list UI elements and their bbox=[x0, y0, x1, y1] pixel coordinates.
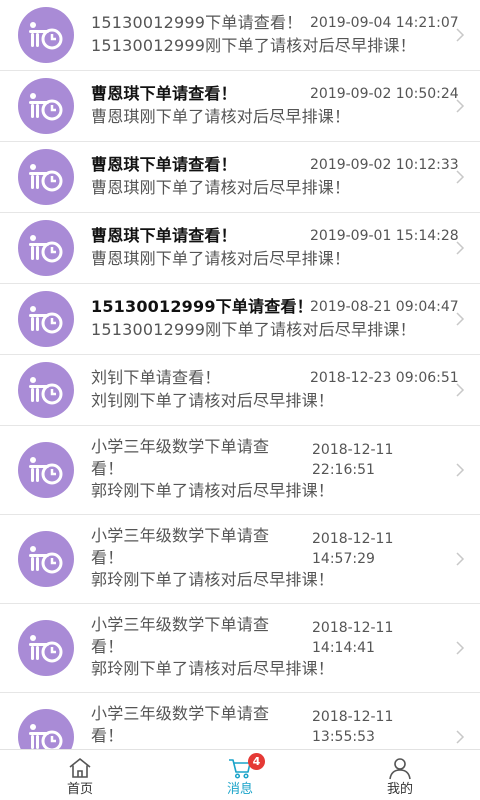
message-content: 曹恩琪下单请查看！ 2019-09-02 10:50:24 曹恩琪刚下单了请核对后尽… bbox=[91, 71, 459, 141]
message-subtitle: 15130012999刚下单了请核对后尽早排课！ bbox=[91, 320, 416, 339]
message-item[interactable]: 小学三年级数学下单请查看！2018-12-11 13:55:53郭玲刚下单了请核… bbox=[0, 693, 480, 749]
chevron-right-icon bbox=[454, 169, 466, 185]
message-item[interactable]: 小学三年级数学下单请查看！ 2018-12-11 22:16:51 郭玲刚下单了请核… bbox=[0, 426, 480, 515]
order-avatar-icon bbox=[18, 709, 74, 749]
message-item[interactable]: 小学三年级数学下单请查看！ 2018-12-11 14:14:41 郭玲刚下单了请核… bbox=[0, 604, 480, 693]
message-title: 15130012999下单请查看！ bbox=[91, 297, 303, 316]
user-icon bbox=[389, 758, 411, 780]
message-title: 小学三年级数学下单请查看！ bbox=[91, 526, 270, 567]
message-subtitle: 郭玲刚下单了请核对后尽早排课！ bbox=[91, 659, 335, 678]
message-title: 曹恩琪下单请查看！ bbox=[91, 226, 237, 245]
message-title: 小学三年级数学下单请查看！ bbox=[91, 437, 270, 478]
chevron-right-icon bbox=[454, 240, 466, 256]
message-time: 2019-09-02 10:50:24 bbox=[310, 86, 459, 102]
order-avatar-icon bbox=[18, 442, 74, 498]
chevron-right-icon bbox=[454, 729, 466, 745]
tab-home[interactable]: 首页 bbox=[0, 750, 160, 800]
order-avatar-icon bbox=[18, 291, 74, 347]
message-content: 15130012999下单请查看！ 2019-09-04 14:21:07 1513… bbox=[91, 0, 459, 70]
message-item[interactable]: 曹恩琪下单请查看！ 2019-09-02 10:12:33 曹恩琪刚下单了请核对后尽… bbox=[0, 142, 480, 213]
chevron-right-icon bbox=[454, 98, 466, 114]
message-content: 曹恩琪下单请查看！ 2019-09-01 15:14:28 曹恩琪刚下单了请核对后尽… bbox=[91, 213, 459, 283]
message-item[interactable]: 15130012999下单请查看！ 2019-09-04 14:21:07 1513… bbox=[0, 0, 480, 71]
message-time: 2019-09-01 15:14:28 bbox=[310, 228, 459, 244]
message-item[interactable]: 曹恩琪下单请查看！ 2019-09-01 15:14:28 曹恩琪刚下单了请核对后尽… bbox=[0, 213, 480, 284]
message-title: 曹恩琪下单请查看！ bbox=[91, 155, 237, 174]
message-item[interactable]: 曹恩琪下单请查看！ 2019-09-02 10:50:24 曹恩琪刚下单了请核对后尽… bbox=[0, 71, 480, 142]
message-item[interactable]: 小学三年级数学下单请查看！ 2018-12-11 14:57:29 郭玲刚下单了请核… bbox=[0, 515, 480, 604]
message-subtitle: 郭玲刚下单了请核对后尽早排课！ bbox=[91, 570, 335, 589]
chevron-right-icon bbox=[454, 311, 466, 327]
unread-badge: 4 bbox=[248, 753, 265, 770]
order-avatar-icon bbox=[18, 7, 74, 63]
message-subtitle: 曹恩琪刚下单了请核对后尽早排课！ bbox=[91, 249, 351, 268]
order-avatar-icon bbox=[18, 620, 74, 676]
message-title: 15130012999下单请查看！ bbox=[91, 13, 303, 32]
order-avatar-icon bbox=[18, 362, 74, 418]
message-title: 小学三年级数学下单请查看！ bbox=[91, 615, 270, 656]
message-content: 刘钊下单请查看！ 2018-12-23 09:06:51 刘钊刚下单了请核对后尽早排… bbox=[91, 355, 459, 425]
message-content: 小学三年级数学下单请查看！ 2018-12-11 14:57:29 郭玲刚下单了请核… bbox=[91, 515, 446, 603]
message-time: 2018-12-11 14:14:41 bbox=[312, 620, 394, 656]
order-avatar-icon bbox=[18, 149, 74, 205]
message-content: 小学三年级数学下单请查看！ 2018-12-11 22:16:51 郭玲刚下单了请核… bbox=[91, 426, 446, 514]
message-content: 小学三年级数学下单请查看！ 2018-12-11 14:14:41 郭玲刚下单了请核… bbox=[91, 604, 446, 692]
message-time: 2019-09-04 14:21:07 bbox=[310, 15, 459, 31]
message-title: 刘钊下单请查看！ bbox=[91, 368, 221, 387]
message-time: 2019-09-02 10:12:33 bbox=[310, 157, 459, 173]
tab-home-label: 首页 bbox=[66, 782, 93, 797]
message-time: 2018-12-11 13:55:53 bbox=[312, 709, 394, 745]
tab-messages[interactable]: 4 消息 bbox=[160, 750, 320, 800]
message-time: 2019-08-21 09:04:47 bbox=[310, 299, 459, 315]
chevron-right-icon bbox=[454, 462, 466, 478]
order-avatar-icon bbox=[18, 220, 74, 276]
message-title: 曹恩琪下单请查看！ bbox=[91, 84, 237, 103]
message-time: 2018-12-23 09:06:51 bbox=[310, 370, 459, 386]
message-subtitle: 曹恩琪刚下单了请核对后尽早排课！ bbox=[91, 178, 351, 197]
message-subtitle: 15130012999刚下单了请核对后尽早排课！ bbox=[91, 36, 416, 55]
order-avatar-icon bbox=[18, 78, 74, 134]
chevron-right-icon bbox=[454, 551, 466, 567]
message-content: 15130012999下单请查看！ 2019-08-21 09:04:47 1513… bbox=[91, 284, 459, 354]
tab-mine[interactable]: 我的 bbox=[320, 750, 480, 800]
message-subtitle: 曹恩琪刚下单了请核对后尽早排课！ bbox=[91, 107, 351, 126]
chevron-right-icon bbox=[454, 640, 466, 656]
tab-messages-label: 消息 bbox=[226, 782, 253, 797]
message-list[interactable]: 15130012999下单请查看！ 2019-09-04 14:21:07 1513… bbox=[0, 0, 480, 749]
message-time: 2018-12-11 14:57:29 bbox=[312, 531, 394, 567]
message-content: 曹恩琪下单请查看！ 2019-09-02 10:12:33 曹恩琪刚下单了请核对后尽… bbox=[91, 142, 459, 212]
chevron-right-icon bbox=[454, 27, 466, 43]
message-item[interactable]: 15130012999下单请查看！ 2019-08-21 09:04:47 1513… bbox=[0, 284, 480, 355]
message-time: 2018-12-11 22:16:51 bbox=[312, 442, 394, 478]
message-content: 小学三年级数学下单请查看！2018-12-11 13:55:53郭玲刚下单了请核… bbox=[91, 693, 446, 749]
message-title: 小学三年级数学下单请查看！ bbox=[91, 704, 270, 745]
order-avatar-icon bbox=[18, 531, 74, 587]
message-item[interactable]: 刘钊下单请查看！ 2018-12-23 09:06:51 刘钊刚下单了请核对后尽早排… bbox=[0, 355, 480, 426]
chevron-right-icon bbox=[454, 382, 466, 398]
bottom-tab-bar: 首页 4 消息 我的 bbox=[0, 749, 480, 800]
tab-mine-label: 我的 bbox=[386, 782, 413, 797]
home-icon bbox=[69, 758, 91, 778]
message-subtitle: 郭玲刚下单了请核对后尽早排课！ bbox=[91, 481, 335, 500]
message-subtitle: 刘钊刚下单了请核对后尽早排课！ bbox=[91, 391, 335, 410]
